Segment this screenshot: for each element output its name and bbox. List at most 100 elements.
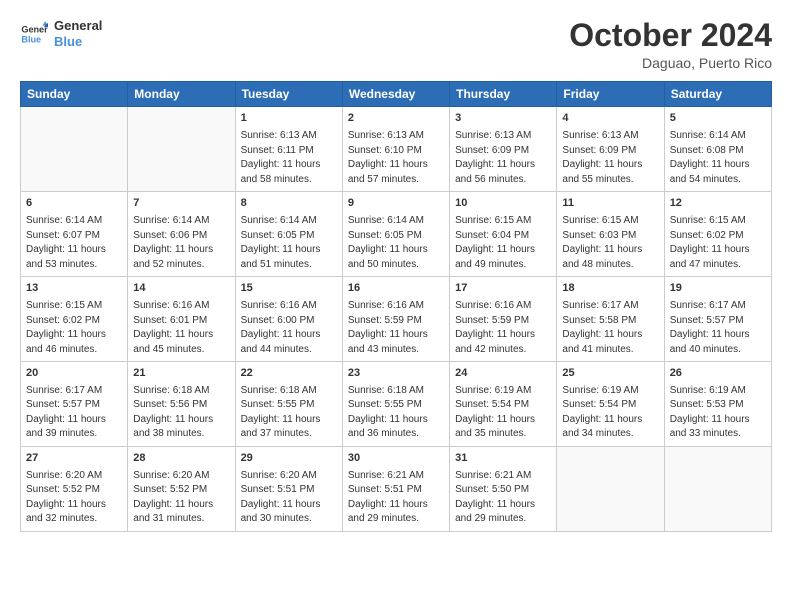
day-number: 28 <box>133 451 229 467</box>
calendar-cell: 20Sunrise: 6:17 AMSunset: 5:57 PMDayligh… <box>21 362 128 447</box>
calendar-cell <box>664 446 771 531</box>
calendar-week-1: 1 Sunrise: 6:13 AMSunset: 6:11 PMDaylight… <box>21 107 772 192</box>
calendar-cell: 31 Sunrise: 6:21 AMSunset: 5:50 PMDayligh… <box>450 446 557 531</box>
day-number: 31 <box>455 451 551 467</box>
day-number: 24 <box>455 366 551 382</box>
header-friday: Friday <box>557 82 664 107</box>
day-info: Sunrise: 6:21 AMSunset: 5:50 PMDaylight:… <box>455 469 551 527</box>
day-number: 29 <box>241 451 337 467</box>
calendar-cell: 13 Sunrise: 6:15 AMSunset: 6:02 PMDayligh… <box>21 277 128 362</box>
day-info: Sunrise: 6:21 AMSunset: 5:51 PMDaylight:… <box>348 469 444 527</box>
calendar-cell: 25 Sunrise: 6:19 AMSunset: 5:54 PMDayligh… <box>557 362 664 447</box>
calendar-cell: 23Sunrise: 6:18 AMSunset: 5:55 PMDayligh… <box>342 362 449 447</box>
location: Daguao, Puerto Rico <box>569 55 772 71</box>
calendar-cell: 30 Sunrise: 6:21 AMSunset: 5:51 PMDayligh… <box>342 446 449 531</box>
day-info: Sunrise: 6:17 AMSunset: 5:57 PMDaylight:… <box>670 299 766 357</box>
day-info: Sunrise: 6:14 AMSunset: 6:05 PMDaylight:… <box>348 214 444 272</box>
calendar-week-3: 13 Sunrise: 6:15 AMSunset: 6:02 PMDayligh… <box>21 277 772 362</box>
day-number: 10 <box>455 196 551 212</box>
calendar-table: SundayMondayTuesdayWednesdayThursdayFrid… <box>20 81 772 532</box>
svg-text:General: General <box>21 24 48 34</box>
calendar-cell <box>21 107 128 192</box>
day-number: 22 <box>241 366 337 382</box>
day-info: Sunrise: 6:13 AMSunset: 6:11 PMDaylight:… <box>241 129 337 187</box>
calendar-cell: 27Sunrise: 6:20 AMSunset: 5:52 PMDayligh… <box>21 446 128 531</box>
header-wednesday: Wednesday <box>342 82 449 107</box>
calendar-cell: 6Sunrise: 6:14 AMSunset: 6:07 PMDaylight… <box>21 192 128 277</box>
day-info: Sunrise: 6:20 AMSunset: 5:52 PMDaylight:… <box>26 469 122 527</box>
calendar-cell: 26 Sunrise: 6:19 AMSunset: 5:53 PMDayligh… <box>664 362 771 447</box>
day-number: 20 <box>26 366 122 382</box>
calendar-cell: 8Sunrise: 6:14 AMSunset: 6:05 PMDaylight… <box>235 192 342 277</box>
calendar-week-5: 27Sunrise: 6:20 AMSunset: 5:52 PMDayligh… <box>21 446 772 531</box>
day-number: 17 <box>455 281 551 297</box>
day-info: Sunrise: 6:18 AMSunset: 5:55 PMDaylight:… <box>348 384 444 442</box>
day-info: Sunrise: 6:19 AMSunset: 5:54 PMDaylight:… <box>562 384 658 442</box>
day-info: Sunrise: 6:17 AMSunset: 5:58 PMDaylight:… <box>562 299 658 357</box>
calendar-cell: 9 Sunrise: 6:14 AMSunset: 6:05 PMDaylight… <box>342 192 449 277</box>
day-number: 18 <box>562 281 658 297</box>
day-info: Sunrise: 6:16 AMSunset: 6:01 PMDaylight:… <box>133 299 229 357</box>
header-saturday: Saturday <box>664 82 771 107</box>
calendar-header-row: SundayMondayTuesdayWednesdayThursdayFrid… <box>21 82 772 107</box>
calendar-cell: 21 Sunrise: 6:18 AMSunset: 5:56 PMDayligh… <box>128 362 235 447</box>
day-number: 9 <box>348 196 444 212</box>
page-header: General Blue General Blue October 2024 D… <box>20 18 772 71</box>
day-info: Sunrise: 6:16 AMSunset: 5:59 PMDaylight:… <box>455 299 551 357</box>
calendar-cell <box>557 446 664 531</box>
day-info: Sunrise: 6:20 AMSunset: 5:52 PMDaylight:… <box>133 469 229 527</box>
day-number: 15 <box>241 281 337 297</box>
calendar-cell: 16 Sunrise: 6:16 AMSunset: 5:59 PMDayligh… <box>342 277 449 362</box>
day-number: 12 <box>670 196 766 212</box>
day-info: Sunrise: 6:13 AMSunset: 6:09 PMDaylight:… <box>455 129 551 187</box>
day-info: Sunrise: 6:15 AMSunset: 6:02 PMDaylight:… <box>26 299 122 357</box>
day-info: Sunrise: 6:18 AMSunset: 5:56 PMDaylight:… <box>133 384 229 442</box>
logo-blue: Blue <box>54 34 102 50</box>
day-number: 11 <box>562 196 658 212</box>
calendar-week-4: 20Sunrise: 6:17 AMSunset: 5:57 PMDayligh… <box>21 362 772 447</box>
calendar-cell: 12Sunrise: 6:15 AMSunset: 6:02 PMDayligh… <box>664 192 771 277</box>
calendar-cell <box>128 107 235 192</box>
day-number: 16 <box>348 281 444 297</box>
calendar-cell: 22 Sunrise: 6:18 AMSunset: 5:55 PMDayligh… <box>235 362 342 447</box>
day-number: 30 <box>348 451 444 467</box>
calendar-cell: 7Sunrise: 6:14 AMSunset: 6:06 PMDaylight… <box>128 192 235 277</box>
day-info: Sunrise: 6:14 AMSunset: 6:08 PMDaylight:… <box>670 129 766 187</box>
calendar-cell: 19 Sunrise: 6:17 AMSunset: 5:57 PMDayligh… <box>664 277 771 362</box>
day-number: 25 <box>562 366 658 382</box>
calendar-cell: 18 Sunrise: 6:17 AMSunset: 5:58 PMDayligh… <box>557 277 664 362</box>
calendar-cell: 29Sunrise: 6:20 AMSunset: 5:51 PMDayligh… <box>235 446 342 531</box>
header-sunday: Sunday <box>21 82 128 107</box>
day-number: 1 <box>241 111 337 127</box>
day-number: 6 <box>26 196 122 212</box>
header-thursday: Thursday <box>450 82 557 107</box>
svg-text:Blue: Blue <box>21 34 41 44</box>
day-info: Sunrise: 6:18 AMSunset: 5:55 PMDaylight:… <box>241 384 337 442</box>
title-block: October 2024 Daguao, Puerto Rico <box>569 18 772 71</box>
calendar-week-2: 6Sunrise: 6:14 AMSunset: 6:07 PMDaylight… <box>21 192 772 277</box>
day-number: 2 <box>348 111 444 127</box>
day-number: 21 <box>133 366 229 382</box>
calendar-cell: 2Sunrise: 6:13 AMSunset: 6:10 PMDaylight… <box>342 107 449 192</box>
calendar-cell: 10 Sunrise: 6:15 AMSunset: 6:04 PMDayligh… <box>450 192 557 277</box>
day-info: Sunrise: 6:13 AMSunset: 6:09 PMDaylight:… <box>562 129 658 187</box>
day-info: Sunrise: 6:16 AMSunset: 5:59 PMDaylight:… <box>348 299 444 357</box>
calendar-cell: 5 Sunrise: 6:14 AMSunset: 6:08 PMDaylight… <box>664 107 771 192</box>
day-info: Sunrise: 6:15 AMSunset: 6:03 PMDaylight:… <box>562 214 658 272</box>
day-info: Sunrise: 6:16 AMSunset: 6:00 PMDaylight:… <box>241 299 337 357</box>
day-number: 5 <box>670 111 766 127</box>
logo-icon: General Blue <box>20 20 48 48</box>
day-info: Sunrise: 6:19 AMSunset: 5:53 PMDaylight:… <box>670 384 766 442</box>
calendar-cell: 15 Sunrise: 6:16 AMSunset: 6:00 PMDayligh… <box>235 277 342 362</box>
day-number: 26 <box>670 366 766 382</box>
day-number: 3 <box>455 111 551 127</box>
day-number: 14 <box>133 281 229 297</box>
day-info: Sunrise: 6:15 AMSunset: 6:04 PMDaylight:… <box>455 214 551 272</box>
day-number: 4 <box>562 111 658 127</box>
day-number: 13 <box>26 281 122 297</box>
calendar-cell: 24Sunrise: 6:19 AMSunset: 5:54 PMDayligh… <box>450 362 557 447</box>
day-number: 19 <box>670 281 766 297</box>
calendar-cell: 28 Sunrise: 6:20 AMSunset: 5:52 PMDayligh… <box>128 446 235 531</box>
calendar-cell: 3 Sunrise: 6:13 AMSunset: 6:09 PMDaylight… <box>450 107 557 192</box>
calendar-cell: 11 Sunrise: 6:15 AMSunset: 6:03 PMDayligh… <box>557 192 664 277</box>
